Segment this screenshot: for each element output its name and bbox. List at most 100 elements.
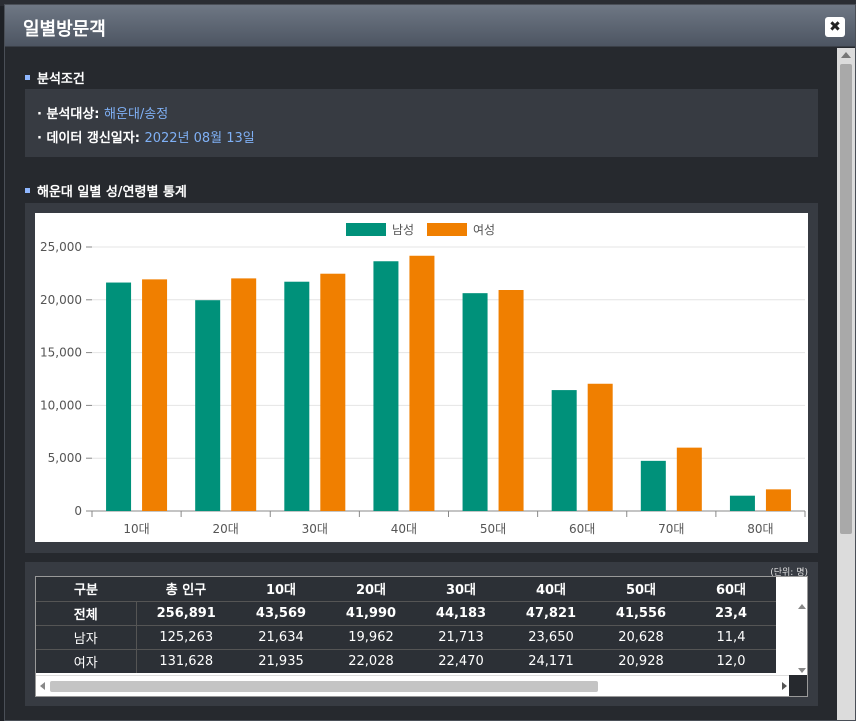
table-header-cell: 60대 [686, 577, 776, 601]
table-cell: 24,171 [506, 648, 596, 673]
table-cell: 여자 [36, 648, 137, 673]
scroll-up-icon[interactable] [841, 52, 851, 58]
x-tick-label: 40대 [391, 522, 417, 536]
table-cell: 11,4 [686, 624, 776, 649]
y-tick-label: 5,000 [48, 451, 82, 465]
conditions-section-title: 분석조건 [25, 68, 85, 87]
table-cell: 21,713 [416, 624, 506, 649]
legend-swatch-male [346, 223, 386, 236]
table-header-cell: 40대 [506, 577, 596, 601]
bar-female [320, 273, 346, 511]
table-cell: 131,628 [136, 648, 236, 673]
chart-panel: 0 5,000 10,000 15,000 20,000 25,000 10대 20대 30대 4… [35, 213, 808, 542]
table-cell: 22,470 [416, 648, 506, 673]
daily-visitors-modal: 일별방문객 ✖ 분석조건 · 분석대상: 해운대/송정 · 데이터 갱신일자: … [4, 4, 856, 721]
table-cell: 20,628 [596, 624, 686, 649]
bar-female [498, 290, 524, 511]
section-bullet-icon [25, 188, 30, 193]
legend-label: 남성 [392, 223, 414, 237]
modal-titlebar: 일별방문객 ✖ [5, 5, 855, 47]
target-value: 해운대/송정 [104, 107, 169, 122]
y-tick-label: 15,000 [40, 346, 82, 360]
table-cell: 47,821 [506, 600, 596, 625]
x-tick-label: 50대 [480, 522, 506, 536]
update-line: · 데이터 갱신일자: 2022년 08월 13일 [37, 127, 255, 146]
table-cell: 41,556 [596, 600, 686, 625]
stats-table-box: 구분 총 인구 10대 20대 30대 40대 50대 60대 전체 256,891 43,569… [35, 576, 808, 697]
x-tick-label: 30대 [302, 522, 328, 536]
table-cell: 41,990 [326, 600, 416, 625]
conditions-title-text: 분석조건 [37, 72, 85, 87]
table-cell: 256,891 [136, 600, 236, 625]
table-header-cell: 10대 [236, 577, 326, 601]
x-tick-label: 60대 [569, 522, 595, 536]
bar-male [640, 460, 666, 511]
x-tick-label: 70대 [658, 522, 684, 536]
table-cell: 22,028 [326, 648, 416, 673]
table-header-cell: 총 인구 [136, 577, 236, 601]
horizontal-scroll-thumb[interactable] [50, 681, 598, 692]
bar-male [195, 300, 221, 511]
table-cell: 전체 [36, 600, 137, 625]
bar-male [373, 261, 399, 511]
table-row: 남자 125,263 21,634 19,962 21,713 23,650 20,628 1… [36, 624, 776, 649]
table-header-cell: 50대 [596, 577, 686, 601]
y-tick-label: 20,000 [40, 293, 82, 307]
table-cell: 12,0 [686, 648, 776, 673]
bar-male [284, 281, 310, 511]
close-icon[interactable]: ✖ [825, 17, 845, 37]
update-label: · 데이터 갱신일자: [37, 131, 140, 146]
scroll-down-icon[interactable] [798, 668, 806, 673]
bar-female [231, 278, 257, 511]
legend-swatch-female [427, 223, 467, 236]
table-cell: 44,183 [416, 600, 506, 625]
conditions-box: · 분석대상: 해운대/송정 · 데이터 갱신일자: 2022년 08월 13일 [25, 89, 818, 157]
bar-chart: 0 5,000 10,000 15,000 20,000 25,000 10대 20대 30대 4… [40, 223, 806, 536]
stats-table: 구분 총 인구 10대 20대 30대 40대 50대 60대 전체 256,891 43,569… [36, 577, 776, 673]
bar-female [676, 447, 702, 511]
chart-container: 0 5,000 10,000 15,000 20,000 25,000 10대 20대 30대 4… [25, 203, 818, 553]
table-cell: 43,569 [236, 600, 326, 625]
table-horizontal-scrollbar[interactable] [36, 675, 791, 696]
table-cell: 남자 [36, 624, 137, 649]
table-container: (단위: 명) 구분 총 인구 10대 20대 30대 40대 50대 60대 전체 256,8… [25, 562, 818, 706]
x-tick-label: 10대 [123, 522, 149, 536]
table-cell: 21,634 [236, 624, 326, 649]
modal-vertical-scrollbar[interactable] [837, 48, 855, 720]
table-header-cell: 30대 [416, 577, 506, 601]
target-label: · 분석대상: [37, 107, 100, 122]
table-vertical-scrollbar[interactable] [795, 601, 807, 676]
modal-title: 일별방문객 [23, 19, 106, 40]
table-cell: 125,263 [136, 624, 236, 649]
bar-female [142, 279, 168, 511]
modal-scroll-thumb[interactable] [840, 64, 852, 534]
chart-title-text: 해운대 일별 성/연령별 통계 [37, 185, 187, 200]
table-header-cell: 20대 [326, 577, 416, 601]
x-tick-label: 20대 [213, 522, 239, 536]
bar-female [587, 383, 613, 511]
legend-label: 여성 [473, 223, 495, 237]
bar-male [551, 390, 577, 511]
bar-female [409, 255, 435, 511]
scroll-right-icon[interactable] [782, 682, 787, 690]
target-line: · 분석대상: 해운대/송정 [37, 103, 168, 122]
y-tick-label: 10,000 [40, 398, 82, 412]
scroll-up-icon[interactable] [798, 604, 806, 609]
bar-male [729, 495, 755, 511]
scroll-left-icon[interactable] [40, 682, 45, 690]
bar-female [765, 489, 791, 511]
y-tick-label: 0 [74, 504, 82, 518]
table-header-cell: 구분 [36, 577, 136, 601]
table-header-row: 구분 총 인구 10대 20대 30대 40대 50대 60대 [36, 577, 776, 601]
x-tick-label: 80대 [747, 522, 773, 536]
update-value: 2022년 08월 13일 [144, 131, 255, 146]
table-cell: 23,4 [686, 600, 776, 625]
table-cell: 21,935 [236, 648, 326, 673]
bar-male [106, 282, 132, 511]
table-cell: 19,962 [326, 624, 416, 649]
modal-content: 분석조건 · 분석대상: 해운대/송정 · 데이터 갱신일자: 2022년 08… [5, 48, 837, 720]
bar-male [462, 293, 488, 511]
table-cell: 20,928 [596, 648, 686, 673]
scroll-corner [789, 675, 807, 696]
table-row: 전체 256,891 43,569 41,990 44,183 47,821 41,556 2… [36, 600, 776, 625]
